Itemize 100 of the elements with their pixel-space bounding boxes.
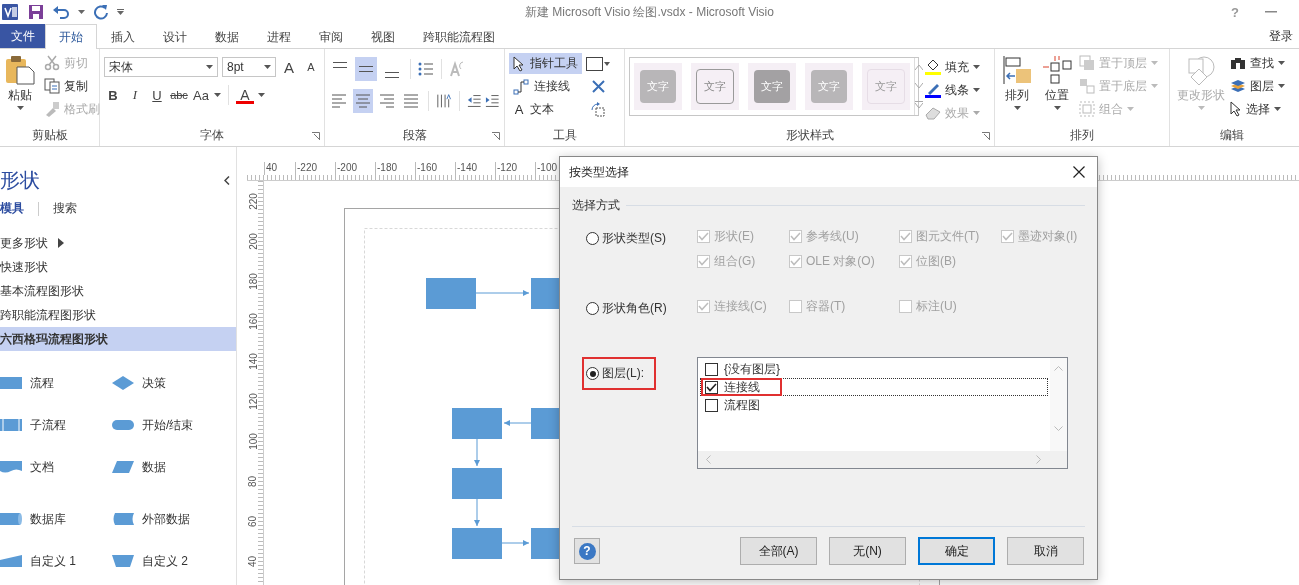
process-shape [452, 528, 502, 559]
change-case-button[interactable]: Aa [192, 85, 210, 105]
paint-bucket-icon [925, 59, 941, 75]
ribbon-tab[interactable]: 插入 [97, 24, 149, 49]
font-size-field[interactable]: 8pt [222, 57, 276, 77]
editing-button[interactable]: 图层 [1230, 76, 1285, 96]
caret-icon [1127, 107, 1134, 111]
caret-icon[interactable] [258, 93, 265, 97]
arrange-button[interactable]: 排列 [999, 53, 1035, 126]
fill-button[interactable]: 填充 [925, 57, 980, 77]
stencil-menu-item[interactable]: 更多形状 [0, 231, 236, 255]
ruler-label: 60 [247, 515, 259, 527]
tool-button[interactable]: 指针工具 [509, 53, 582, 74]
process-shape [452, 408, 502, 439]
stencil-shape[interactable]: 决策 [112, 372, 236, 394]
decrease-indent-icon[interactable] [466, 94, 482, 108]
dialog-button[interactable]: 无(N) [829, 537, 906, 565]
stencil-shape[interactable]: 开始/结束 [112, 414, 236, 436]
radio-option[interactable]: 形状角色(R) [582, 292, 671, 325]
ribbon-tab[interactable]: 审阅 [305, 24, 357, 49]
vertical-align-button[interactable] [355, 57, 377, 81]
stencil-shape[interactable]: 流程 [0, 372, 112, 394]
caret-icon[interactable] [78, 10, 85, 14]
text-align-button[interactable] [352, 89, 373, 113]
caret-icon[interactable] [214, 93, 221, 97]
send-back-icon [1079, 78, 1095, 94]
increase-indent-icon[interactable] [485, 94, 500, 108]
caret-icon [1013, 106, 1021, 110]
stencil-shape[interactable]: 数据 [112, 456, 236, 478]
dialog-button[interactable]: 取消 [1007, 537, 1084, 565]
tool-button[interactable]: 连接线 [509, 76, 582, 97]
bullet-list-icon[interactable] [418, 61, 434, 77]
layer-list-item[interactable]: {没有图层} [700, 360, 1048, 378]
stencil-shape[interactable]: 自定义 1 [0, 550, 112, 572]
dialog-launcher-icon[interactable] [312, 132, 320, 140]
stencil-menu-item[interactable]: 快速形状 [0, 255, 236, 279]
font-color-button[interactable]: A [236, 86, 254, 104]
ribbon-tab[interactable]: 数据 [201, 24, 253, 49]
help-button[interactable]: ? [574, 538, 600, 564]
dialog-button[interactable]: 全部(A) [740, 537, 817, 565]
stencil-shape[interactable]: 外部数据 [112, 508, 236, 530]
radio-option[interactable]: 图层(L): [582, 357, 656, 390]
panel-tab[interactable]: 模具 [0, 200, 24, 217]
paste-button[interactable]: 粘贴 [2, 53, 38, 126]
editing-button[interactable]: 选择 [1230, 99, 1285, 119]
ruler-label: 200 [247, 232, 259, 250]
ribbon-tab[interactable]: 进程 [253, 24, 305, 49]
collapse-icon[interactable] [224, 176, 230, 185]
ribbon-tab[interactable]: 开始 [45, 24, 97, 49]
caret-icon [1278, 84, 1285, 88]
dialog-launcher-icon[interactable] [982, 132, 990, 140]
dialog-launcher-icon[interactable] [492, 132, 500, 140]
group-label: 工具 [551, 127, 578, 144]
checkmark-icon [698, 302, 709, 311]
ribbon-tab[interactable]: 跨职能流程图 [409, 24, 509, 49]
redo-icon[interactable] [93, 4, 109, 20]
stencil-shape[interactable]: 文档 [0, 456, 112, 478]
checkmark-icon [790, 257, 801, 266]
stencil-shape[interactable]: 子流程 [0, 414, 112, 436]
customize-caret-icon[interactable] [117, 9, 124, 15]
stencil-menu-item[interactable]: 跨职能流程图形状 [0, 303, 236, 327]
text-direction-icon[interactable] [435, 93, 453, 109]
flowchart-shape-icon [112, 376, 134, 390]
grow-font-button[interactable]: A [280, 57, 298, 77]
position-button[interactable]: 位置 [1039, 53, 1075, 126]
rotate-shape-icon[interactable] [590, 102, 606, 118]
font-style-button[interactable]: abc [170, 85, 188, 105]
clipboard-button[interactable]: 复制 [44, 76, 100, 96]
stencil-menu-item[interactable]: 六西格玛流程图形状 [0, 327, 236, 351]
caret-icon [973, 88, 980, 92]
close-icon[interactable] [1073, 166, 1085, 178]
layer-list-item[interactable]: 流程图 [700, 396, 1048, 414]
line-button[interactable]: 线条 [925, 80, 980, 100]
eraser-icon [925, 106, 941, 120]
group-label: 段落 [401, 127, 428, 144]
ribbon-tab[interactable]: 设计 [149, 24, 201, 49]
rectangle-tool-icon[interactable] [586, 57, 610, 71]
radio-option[interactable]: 形状类型(S) [582, 222, 670, 255]
font-name-field[interactable]: 宋体 [104, 57, 218, 77]
pen-icon [925, 82, 941, 98]
section-label: 选择方式 [572, 197, 620, 214]
stencil-shape[interactable]: 数据库 [0, 508, 112, 530]
align-lines-icon [359, 66, 373, 72]
stencil-menu-item[interactable]: 基本流程图形状 [0, 279, 236, 303]
font-style-button[interactable]: I [126, 85, 144, 105]
dialog-button[interactable]: 确定 [918, 537, 995, 565]
sign-in-link[interactable]: 登录 [1269, 24, 1299, 48]
layer-list-item[interactable]: 连接线 [700, 378, 1048, 396]
save-icon[interactable] [28, 4, 44, 20]
font-style-button[interactable]: U [148, 85, 166, 105]
stencil-shape[interactable]: 自定义 2 [112, 550, 236, 572]
panel-tab[interactable]: 搜索 [53, 200, 77, 217]
shrink-font-button[interactable]: A [302, 57, 320, 77]
editing-button[interactable]: 查找 [1230, 53, 1285, 73]
tool-button[interactable]: A 文本 [509, 99, 582, 120]
undo-icon[interactable] [52, 4, 70, 20]
caret-icon [264, 65, 271, 69]
font-style-button[interactable]: B [104, 85, 122, 105]
ribbon-tab[interactable]: 视图 [357, 24, 409, 49]
file-tab[interactable]: 文件 [0, 24, 45, 48]
